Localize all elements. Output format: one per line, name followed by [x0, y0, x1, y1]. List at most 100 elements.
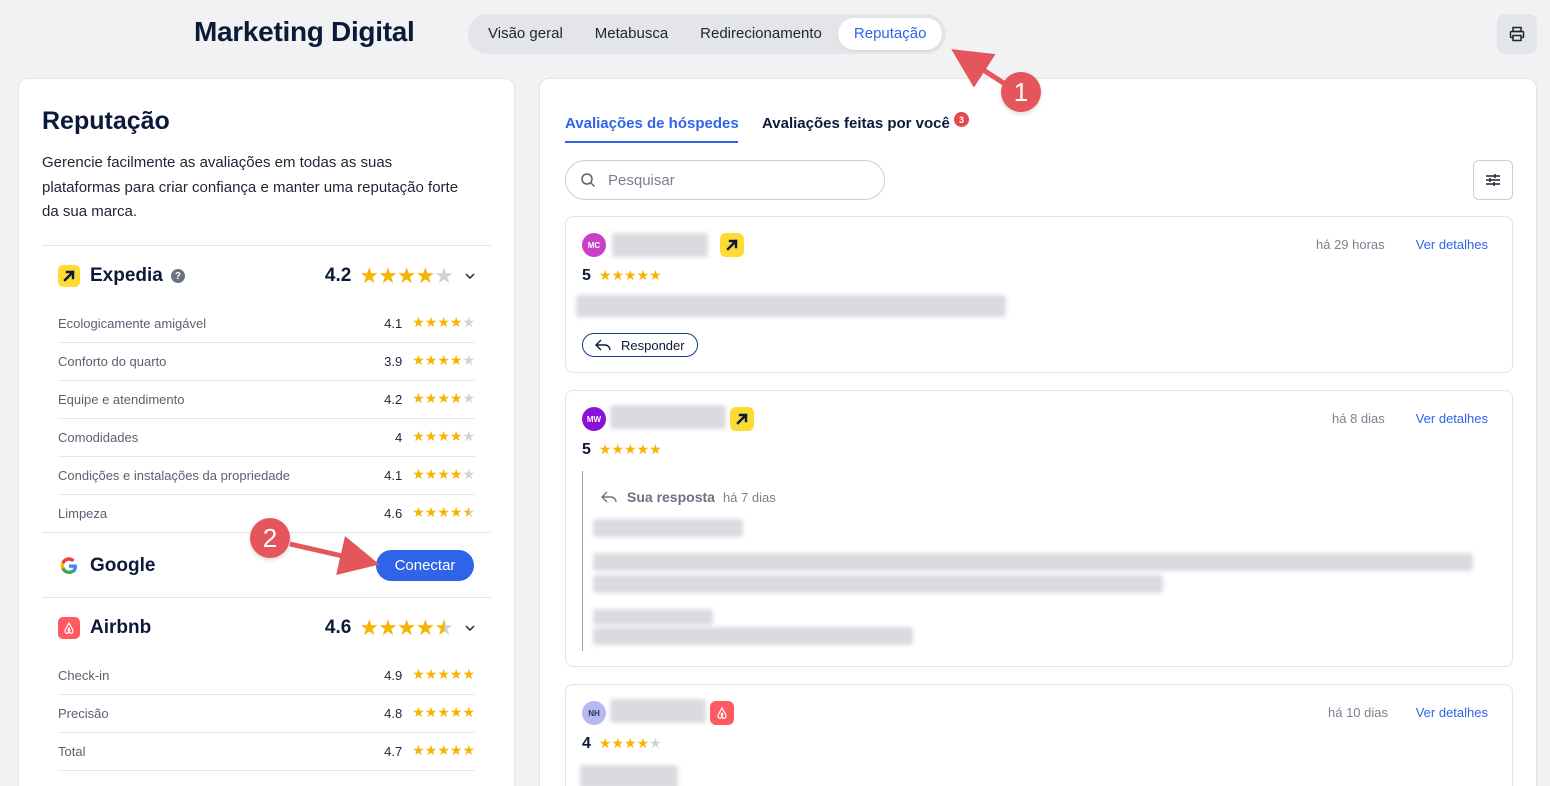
chevron-down-icon[interactable] — [465, 623, 475, 633]
expedia-logo-icon — [720, 233, 744, 257]
category-score: 4.2 — [384, 391, 403, 407]
search-input[interactable] — [608, 171, 848, 189]
redacted-name — [610, 405, 726, 429]
category-row: Ecologicamente amigável 4.1 ★★★★★ — [58, 313, 475, 333]
category-row: Precisão 4.8 ★★★★★ — [58, 703, 475, 723]
avatar: NH — [582, 701, 606, 725]
view-details-link[interactable]: Ver detalhes — [1416, 237, 1488, 252]
platform-stars: ★★★★★ — [359, 263, 454, 288]
platform-stars: ★★★★★ — [359, 615, 454, 640]
category-stars: ★★★★★ — [412, 314, 475, 330]
reply-button[interactable]: Responder — [582, 333, 698, 357]
divider — [58, 456, 475, 457]
category-score: 4.6 — [384, 505, 403, 521]
review-time: há 29 horas — [1316, 237, 1385, 252]
redacted-name — [610, 699, 706, 723]
help-icon[interactable]: ? — [170, 269, 185, 283]
category-score: 4.9 — [384, 667, 403, 683]
annotation-marker-2: 2 — [250, 518, 290, 558]
review-time: há 10 dias — [1328, 705, 1388, 720]
category-score: 3.9 — [384, 353, 403, 369]
view-details-link[interactable]: Ver detalhes — [1416, 705, 1488, 720]
platform-name: Google — [90, 555, 156, 576]
category-label: Precisão — [58, 705, 109, 721]
tab-reputacao[interactable]: Reputação — [837, 18, 943, 50]
review-rating: 4 ★★★★★ — [582, 735, 662, 753]
google-logo-icon — [58, 555, 80, 577]
expedia-logo-icon — [58, 265, 80, 287]
category-score: 4.1 — [384, 467, 403, 483]
reply-icon — [601, 491, 617, 503]
reputation-summary-panel: Reputação Gerencie facilmente as avaliaç… — [18, 78, 515, 786]
tab-guest-reviews[interactable]: Avaliações de hóspedes — [565, 115, 739, 132]
divider — [58, 494, 475, 495]
category-stars: ★★★★★ — [412, 428, 475, 444]
panel-title: Reputação — [42, 107, 170, 135]
tab-your-reviews[interactable]: Avaliações feitas por você — [762, 115, 950, 132]
divider — [42, 245, 491, 246]
redacted-review-text — [580, 765, 678, 786]
tab-visao-geral[interactable]: Visão geral — [472, 18, 579, 50]
category-label: Check-in — [58, 667, 110, 683]
review-card: MW há 8 dias Ver detalhes 5 ★★★★★ Sua re… — [565, 390, 1513, 667]
tab-redirecionamento[interactable]: Redirecionamento — [684, 18, 838, 50]
redacted-response-text — [593, 627, 913, 645]
category-label: Condições e instalações da propriedade — [58, 467, 290, 483]
category-stars: ★★★★★ — [412, 466, 475, 482]
filter-sliders-icon — [1486, 174, 1500, 186]
response-time: há 7 dias — [722, 489, 776, 505]
page-title: Marketing Digital — [194, 16, 415, 47]
review-card: NH há 10 dias Ver detalhes 4 ★★★★★ — [565, 684, 1513, 786]
platform-name: Airbnb — [90, 617, 152, 638]
platform-score: 4.2 — [324, 265, 352, 286]
divider — [58, 342, 475, 343]
redacted-response-text — [593, 553, 1473, 571]
platform-airbnb[interactable]: Airbnb 4.6 ★★★★★ — [58, 613, 475, 643]
category-stars: ★★★★★ — [412, 390, 475, 406]
avatar: MC — [582, 233, 606, 257]
rating-value: 4 — [582, 735, 591, 752]
chevron-down-icon[interactable] — [465, 271, 475, 281]
category-row: Equipe e atendimento 4.2 ★★★★★ — [58, 389, 475, 409]
divider — [58, 732, 475, 733]
redacted-name — [612, 233, 708, 257]
printer-icon — [1509, 26, 1525, 42]
print-button[interactable] — [1497, 14, 1537, 54]
category-row: Comodidades 4 ★★★★★ — [58, 427, 475, 447]
platform-name: Expedia — [90, 265, 163, 286]
divider — [58, 770, 475, 771]
redacted-response-text — [593, 519, 743, 537]
category-score: 4.7 — [384, 743, 403, 759]
category-score: 4 — [394, 429, 403, 445]
connect-google-button[interactable]: Conectar — [376, 550, 474, 581]
search-box[interactable] — [565, 160, 885, 200]
category-stars: ★★★★★ — [412, 742, 475, 758]
expedia-logo-icon — [730, 407, 754, 431]
reply-icon — [595, 339, 611, 351]
tab-metabusca[interactable]: Metabusca — [579, 18, 684, 50]
filter-button[interactable] — [1473, 160, 1513, 200]
rating-value: 5 — [582, 267, 591, 284]
redacted-review-text — [576, 295, 1006, 317]
owner-response: Sua resposta há 7 dias — [582, 471, 1474, 651]
category-label: Total — [58, 743, 86, 759]
redacted-response-text — [593, 575, 1163, 593]
category-label: Ecologicamente amigável — [58, 315, 207, 331]
category-label: Conforto do quarto — [58, 353, 167, 369]
platform-expedia[interactable]: Expedia ? 4.2 ★★★★★ — [58, 261, 475, 291]
review-rating: 5 ★★★★★ — [582, 267, 662, 285]
category-label: Limpeza — [58, 505, 108, 521]
rating-stars: ★★★★★ — [598, 441, 662, 457]
review-card: MC há 29 horas Ver detalhes 5 ★★★★★ Resp… — [565, 216, 1513, 373]
category-row: Condições e instalações da propriedade 4… — [58, 465, 475, 485]
category-stars: ★★★★★ — [412, 504, 475, 520]
category-row: Total 4.7 ★★★★★ — [58, 741, 475, 761]
rating-value: 5 — [582, 441, 591, 458]
platform-score: 4.6 — [324, 617, 352, 638]
redacted-response-text — [593, 609, 713, 625]
view-details-link[interactable]: Ver detalhes — [1416, 411, 1488, 426]
response-label: Sua resposta — [627, 489, 715, 505]
airbnb-logo-icon — [58, 617, 80, 639]
divider — [58, 380, 475, 381]
category-label: Comodidades — [58, 429, 139, 445]
